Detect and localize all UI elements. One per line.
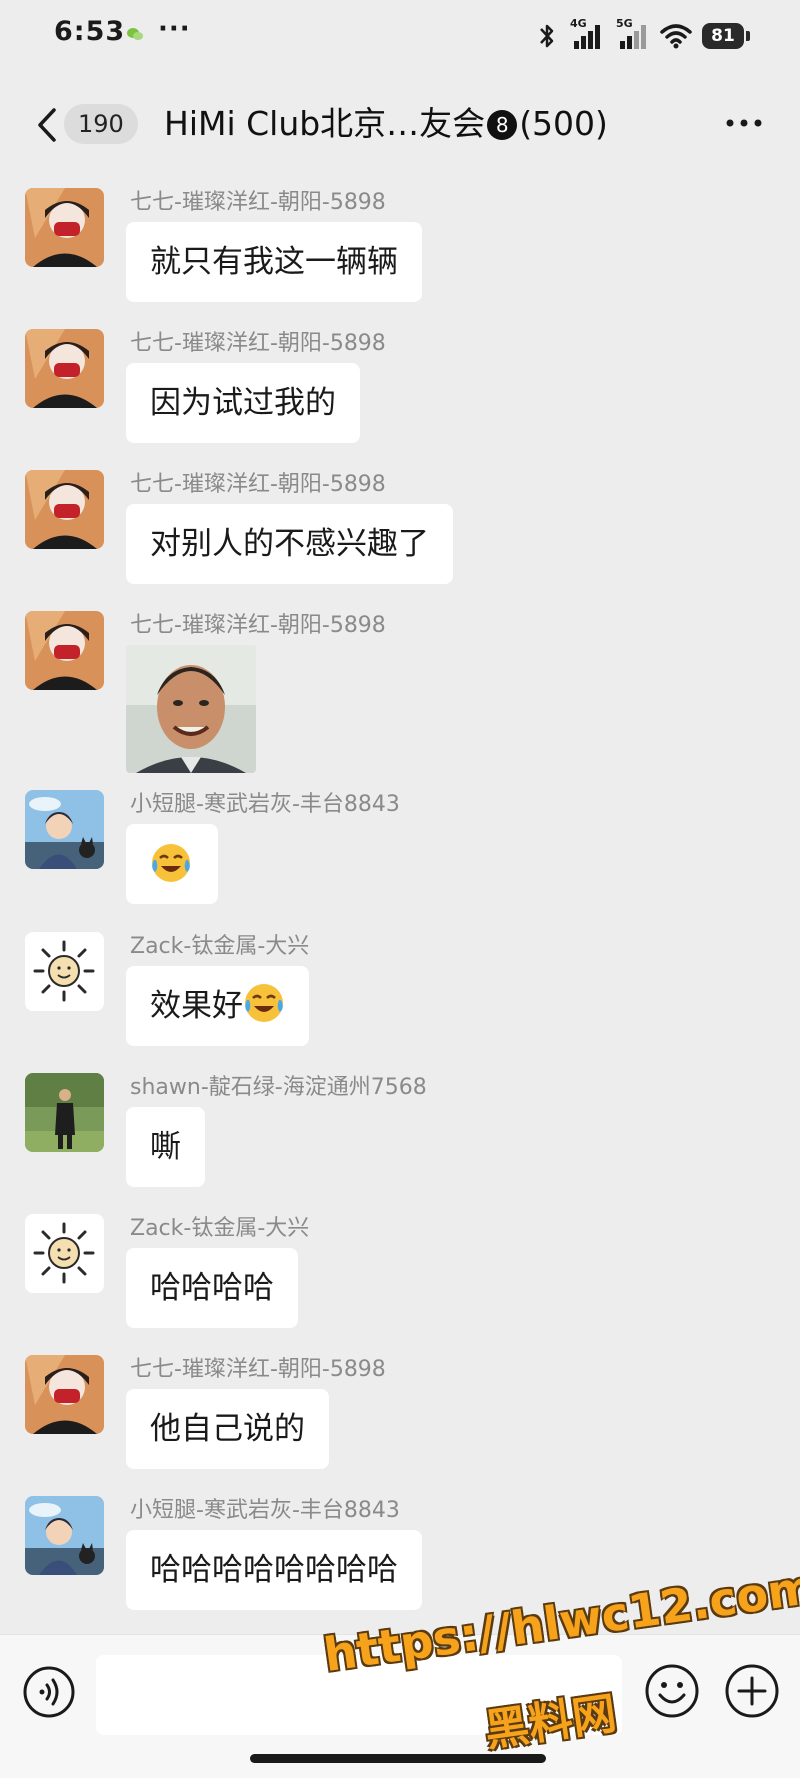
avatar[interactable] — [25, 1214, 104, 1293]
avatar[interactable] — [25, 470, 104, 549]
status-more-dots: ··· — [158, 14, 191, 44]
wechat-notification-icon — [127, 28, 143, 40]
avatar[interactable] — [25, 1496, 104, 1575]
sender-name: 七七-璀璨洋红-朝阳-5898 — [130, 190, 386, 215]
avatar[interactable] — [25, 329, 104, 408]
group-title-text: HiMi Club北京…友会 — [164, 104, 486, 143]
message-bubble[interactable]: 对别人的不感兴趣了 — [126, 504, 453, 584]
message-bubble[interactable]: 就只有我这一辆辆 — [126, 222, 422, 302]
back-chevron-icon[interactable] — [34, 106, 60, 144]
avatar-girl-red-mask-icon — [25, 470, 104, 549]
message-input[interactable] — [96, 1655, 622, 1735]
avatar[interactable] — [25, 1073, 104, 1152]
status-bar: 6:53 ··· 4G 5G 81 — [0, 0, 800, 72]
signal-4g-icon: 4G — [568, 17, 604, 51]
message-bubble[interactable] — [126, 824, 218, 904]
status-indicators: 4G 5G 81 — [536, 17, 750, 54]
home-indicator[interactable] — [250, 1754, 546, 1763]
avatar[interactable] — [25, 188, 104, 267]
avatar[interactable] — [25, 790, 104, 869]
message-bubble[interactable]: 哈哈哈哈 — [126, 1248, 298, 1328]
avatar-girl-red-mask-icon — [25, 188, 104, 267]
group-member-count: (500) — [519, 104, 608, 143]
sender-name: 小短腿-寒武岩灰-丰台8843 — [130, 792, 400, 817]
avatar[interactable] — [25, 932, 104, 1011]
sender-name: Zack-钛金属-大兴 — [130, 1216, 310, 1241]
sender-name: 七七-璀璨洋红-朝阳-5898 — [130, 472, 386, 497]
signal-5g-icon: 5G — [614, 17, 650, 51]
avatar-sun-doodle-icon — [25, 932, 104, 1011]
sender-name: shawn-靛石绿-海淀通州7568 — [130, 1075, 427, 1100]
sticker-image[interactable] — [126, 645, 256, 773]
chat-screen: 6:53 ··· 4G 5G 81 190 HiMi Club北京…友会 8 (… — [0, 0, 800, 1778]
avatar-girl-red-mask-icon — [25, 611, 104, 690]
avatar-girl-red-mask-icon — [25, 329, 104, 408]
bluetooth-icon — [540, 24, 554, 48]
battery-indicator: 81 — [702, 23, 750, 49]
message-bubble[interactable]: 效果好 — [126, 966, 309, 1046]
chat-header: 190 HiMi Club北京…友会 8 (500) — [0, 90, 800, 160]
message-bubble[interactable]: 他自己说的 — [126, 1389, 329, 1469]
avatar-sun-doodle-icon — [25, 1214, 104, 1293]
avatar-anime-boy-cat-icon — [25, 1496, 104, 1575]
sender-name: 七七-璀璨洋红-朝阳-5898 — [130, 331, 386, 356]
group-title-badge: 8 — [487, 110, 518, 140]
sender-name: 小短腿-寒武岩灰-丰台8843 — [130, 1498, 400, 1523]
voice-input-icon[interactable] — [22, 1665, 76, 1719]
emoji-picker-icon[interactable] — [644, 1663, 700, 1719]
avatar-man-in-field-icon — [25, 1073, 104, 1152]
avatar[interactable] — [25, 611, 104, 690]
group-title[interactable]: HiMi Club北京…友会 8 (500) — [164, 102, 608, 146]
more-functions-plus-icon[interactable] — [724, 1663, 780, 1719]
message-text: 效果好 — [150, 988, 243, 1024]
sender-name: Zack-钛金属-大兴 — [130, 934, 310, 959]
avatar-anime-boy-cat-icon — [25, 790, 104, 869]
avatar[interactable] — [25, 1355, 104, 1434]
smiling-man-sticker-icon — [126, 645, 256, 773]
laugh-tears-emoji-icon — [245, 984, 283, 1022]
message-bubble[interactable]: 嘶 — [126, 1107, 205, 1187]
laughing-crying-emoji-icon — [152, 844, 190, 882]
wifi-icon — [660, 24, 692, 49]
more-options-icon[interactable] — [724, 116, 764, 130]
unread-count-badge[interactable]: 190 — [64, 104, 138, 144]
sender-name: 七七-璀璨洋红-朝阳-5898 — [130, 613, 386, 638]
sender-name: 七七-璀璨洋红-朝阳-5898 — [130, 1357, 386, 1382]
message-bubble[interactable]: 因为试过我的 — [126, 363, 360, 443]
avatar-girl-red-mask-icon — [25, 1355, 104, 1434]
status-time: 6:53 — [54, 16, 126, 47]
message-bubble[interactable]: 哈哈哈哈哈哈哈哈 — [126, 1530, 422, 1610]
